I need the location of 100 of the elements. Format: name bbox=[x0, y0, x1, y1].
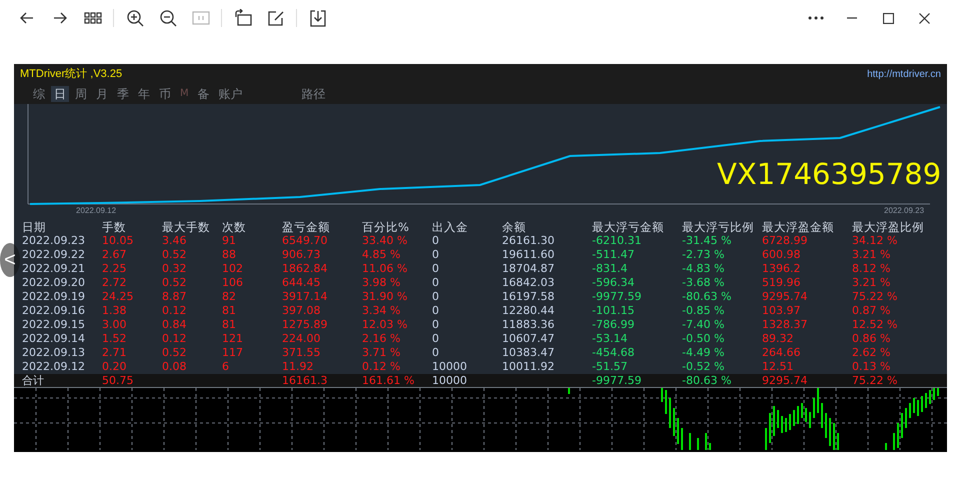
close-icon bbox=[918, 12, 930, 24]
table-cell-text: 1396.2 bbox=[762, 262, 802, 276]
table-cell-text: 4.85 % bbox=[362, 248, 402, 262]
table-cell-text: 81 bbox=[222, 318, 237, 332]
table-cell-text: 2.71 bbox=[102, 346, 128, 360]
tab[interactable]: 综 bbox=[30, 86, 48, 102]
column-header: 最大浮亏金额 bbox=[592, 219, 682, 234]
table-cell-text: 12.03 % bbox=[362, 318, 408, 332]
total-value: 50.75 bbox=[102, 374, 134, 387]
table-cell-text: 2022.09.22 bbox=[22, 248, 86, 262]
tab[interactable]: 日 bbox=[51, 86, 69, 102]
minimize-icon bbox=[847, 17, 857, 19]
table-cell-text: -2.73 % bbox=[682, 248, 726, 262]
table-cell-text: -511.47 bbox=[592, 248, 636, 262]
tab[interactable]: 月 bbox=[93, 86, 111, 102]
table-cell-text: 2022.09.13 bbox=[22, 346, 86, 360]
table-cell-text: -4.83 % bbox=[682, 262, 726, 276]
table-cell-text: 0.12 bbox=[162, 304, 188, 318]
tab[interactable]: 周 bbox=[72, 86, 90, 102]
app-title: MTDriver统计 ,V3.25 bbox=[20, 66, 122, 82]
table-cell-text: -0.50 % bbox=[682, 332, 726, 346]
column-header: 最大浮盈比例 bbox=[852, 219, 925, 234]
total-value: 16161.3 bbox=[282, 374, 328, 387]
table-cell-text: 121 bbox=[222, 332, 244, 346]
table-cell-text: 644.45 bbox=[282, 276, 322, 290]
column-header: 日期 bbox=[22, 219, 102, 234]
table-cell-text: 10011.92 bbox=[502, 360, 556, 374]
table-cell-text: 18704.87 bbox=[502, 262, 556, 276]
table-cell-text: 26161.30 bbox=[502, 234, 556, 248]
table-cell-text: 2.16 % bbox=[362, 332, 402, 346]
table-cell-text: 8.12 % bbox=[852, 262, 892, 276]
table-cell-text: 2022.09.23 bbox=[22, 234, 86, 248]
table-cell-text: 1.38 bbox=[102, 304, 128, 318]
table-cell-text: 82 bbox=[222, 290, 237, 304]
table-cell-text: 0.87 % bbox=[852, 304, 892, 318]
table-cell-text: 75.22 % bbox=[852, 290, 898, 304]
table-cell-text: 264.66 bbox=[762, 346, 802, 360]
table-cell-text: 31.90 % bbox=[362, 290, 408, 304]
table-cell-text: -31.45 % bbox=[682, 234, 732, 248]
table-cell-text: 2.67 bbox=[102, 248, 128, 262]
table-cell-text: 6 bbox=[222, 360, 230, 374]
tab[interactable]: M bbox=[177, 86, 192, 102]
total-value: 9295.74 bbox=[762, 374, 808, 387]
total-value: 10000 bbox=[432, 374, 468, 387]
tab[interactable]: 备 bbox=[194, 86, 213, 102]
total-value: 161.61 % bbox=[362, 374, 416, 387]
table-cell-text: 11.06 % bbox=[362, 262, 408, 276]
table-cell-text: -3.68 % bbox=[682, 276, 726, 290]
actual-size-icon bbox=[192, 9, 210, 27]
table-cell-text: 24.25 bbox=[102, 290, 134, 304]
table-cell-text: 117 bbox=[222, 346, 244, 360]
table-cell-text: 3.00 bbox=[102, 318, 128, 332]
table-cell-text: 88 bbox=[222, 248, 237, 262]
table-cell-text: 0.52 bbox=[162, 346, 188, 360]
column-header: 最大手数 bbox=[162, 219, 211, 234]
table-cell-text: 0.20 bbox=[102, 360, 128, 374]
table-cell-text: 0.86 % bbox=[852, 332, 892, 346]
tab[interactable]: 年 bbox=[135, 86, 153, 102]
table-cell-text: 224.00 bbox=[282, 332, 322, 346]
table-cell-text: 12.52 % bbox=[852, 318, 898, 332]
table-cell-text: 34.12 % bbox=[852, 234, 898, 248]
table-cell-text: 0 bbox=[432, 304, 440, 318]
table-cell-text: -596.34 bbox=[592, 276, 636, 290]
table-cell-text: 0 bbox=[432, 276, 440, 290]
table-cell-text: -831.4 bbox=[592, 262, 628, 276]
edit-icon bbox=[267, 9, 285, 27]
tab[interactable]: 季 bbox=[114, 86, 132, 102]
table-cell-text: 12280.44 bbox=[502, 304, 556, 318]
column-header: 盈亏金额 bbox=[282, 219, 362, 234]
table-cell-text: 0.84 bbox=[162, 318, 188, 332]
table-cell-text: -0.85 % bbox=[682, 304, 726, 318]
table-cell-text: 6728.99 bbox=[762, 234, 808, 248]
table-cell-text: -7.40 % bbox=[682, 318, 726, 332]
table-cell-text: 3.98 % bbox=[362, 276, 402, 290]
tab[interactable]: 账户 bbox=[216, 86, 246, 102]
table-cell-text: 3.46 bbox=[162, 234, 188, 248]
total-value: 75.22 % bbox=[852, 374, 898, 387]
table-cell-text: 2.72 bbox=[102, 276, 128, 290]
website-link[interactable]: http://mtdriver.cn bbox=[867, 66, 941, 82]
table-cell-text: 0.52 bbox=[162, 276, 188, 290]
overlay-text: VX1746395789 bbox=[717, 160, 942, 189]
table-cell-text: 16842.03 bbox=[502, 276, 556, 290]
table-cell-text: 1.52 bbox=[102, 332, 128, 346]
table-cell-text: 519.96 bbox=[762, 276, 802, 290]
column-header: 余额 bbox=[502, 219, 592, 234]
table-cell-text: 10607.47 bbox=[502, 332, 556, 346]
table-cell-text: 2.62 % bbox=[852, 346, 892, 360]
table-cell-text: 2022.09.15 bbox=[22, 318, 86, 332]
table-cell-text: -101.15 bbox=[592, 304, 636, 318]
table-cell-text: 81 bbox=[222, 304, 237, 318]
table-cell-text: 89.32 bbox=[762, 332, 794, 346]
zoom-in-icon bbox=[126, 9, 144, 27]
tab[interactable]: 路径 bbox=[298, 86, 329, 102]
table-cell-text: 2022.09.21 bbox=[22, 262, 86, 276]
table-cell-text: 6549.70 bbox=[282, 234, 328, 248]
tab[interactable]: 币 bbox=[156, 86, 174, 102]
table-cell-text: 2022.09.16 bbox=[22, 304, 86, 318]
table-cell-text: -6210.31 bbox=[592, 234, 642, 248]
table-cell-text: 2022.09.20 bbox=[22, 276, 86, 290]
table-cell-text: 0 bbox=[432, 234, 440, 248]
